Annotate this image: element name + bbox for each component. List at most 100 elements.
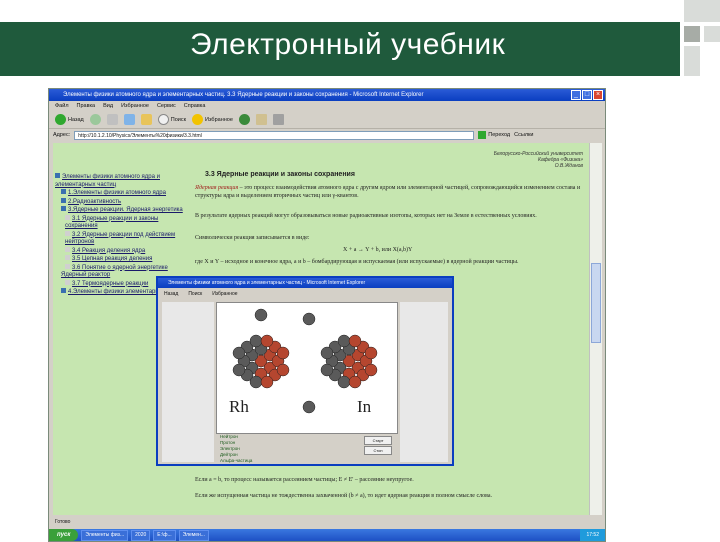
paragraph: Ядерная реакция – это процесс взаимодейс… <box>195 185 581 199</box>
address-bar: Адрес: http://10.1.2.10/Physics/Элементы… <box>49 129 605 141</box>
go-button[interactable]: Переход <box>478 131 510 139</box>
popup-side-panel <box>162 302 214 462</box>
taskbar-item[interactable]: Е:\ф... <box>153 529 176 541</box>
book-icon <box>55 173 60 178</box>
search-icon <box>157 114 169 125</box>
maximize-icon[interactable]: □ <box>582 90 592 100</box>
start-button[interactable]: пуск <box>49 529 79 541</box>
nucleus-label-right: In <box>357 397 372 416</box>
popup-toolbar: Назад Поиск Избранное <box>158 288 452 300</box>
favorites-label: Избранное <box>205 116 233 123</box>
nav-item[interactable]: 3.6 Понятие о ядерной энергетике <box>55 263 191 273</box>
proton-particle <box>348 375 362 389</box>
particle-legend: Нейтрон Протон Электрон Дейтрон Альфа-ча… <box>220 434 324 464</box>
close-icon[interactable]: × <box>593 90 603 100</box>
refresh-icon <box>123 114 135 125</box>
menu-item-edit[interactable]: Правка <box>77 101 96 111</box>
nav-item[interactable]: 3.2 Ядерные реакции под действием нейтро… <box>55 230 191 247</box>
address-input[interactable]: http://10.1.2.10/Physics/Элементы%20физи… <box>74 130 475 140</box>
window-title: Элементы физики атомного ядра и элемента… <box>63 92 424 98</box>
proton-particle <box>364 346 378 360</box>
scrollbar-thumb[interactable] <box>591 263 601 343</box>
page-icon <box>65 246 70 252</box>
nav-item[interactable]: 2.Радиоактивность <box>55 197 191 207</box>
nav-item[interactable]: 3.5 Цепная реакция деления <box>55 255 191 264</box>
neutron-particle <box>302 400 316 414</box>
neutron-particle <box>337 375 351 389</box>
book-icon <box>61 189 66 194</box>
vertical-scrollbar[interactable] <box>589 143 602 515</box>
page-title: Электронный учебник <box>190 28 506 61</box>
window-controls: _ □ × <box>571 90 603 100</box>
page-icon <box>65 255 70 260</box>
forward-button[interactable] <box>89 114 101 125</box>
paragraph: Если же испущенная частица не тождествен… <box>195 493 493 499</box>
neutron-particle <box>320 346 334 360</box>
print-button[interactable] <box>272 114 284 125</box>
neutron-particle <box>249 375 263 389</box>
stop-button[interactable] <box>106 114 118 125</box>
start-animation-button[interactable]: Старт <box>364 436 392 445</box>
stop-animation-button[interactable]: Стоп <box>364 446 392 455</box>
search-label: Поиск <box>170 116 187 123</box>
back-button[interactable]: Назад <box>55 114 84 125</box>
minimize-icon[interactable]: _ <box>571 90 581 100</box>
proton-particle <box>348 334 362 348</box>
history-icon <box>238 114 250 125</box>
corner-block <box>684 46 700 76</box>
nav-item[interactable]: 1.Элементы физики атомного ядра <box>55 189 191 198</box>
taskbar-item[interactable]: Элементы физ... <box>81 529 129 541</box>
home-icon <box>140 114 152 125</box>
formula: X + a → Y + b, или X(a,b)Y <box>343 247 413 253</box>
home-button[interactable] <box>140 114 152 125</box>
refresh-button[interactable] <box>123 114 135 125</box>
nuclear-reaction-animation: Rh In <box>216 302 398 434</box>
taskbar-item[interactable]: Элемен... <box>178 529 209 541</box>
go-label: Переход <box>488 132 511 138</box>
legend-item[interactable]: Альфа-частица <box>220 458 324 464</box>
browser-title-bar: Элементы физики атомного ядра и элемента… <box>49 89 605 101</box>
page-icon <box>65 279 70 285</box>
history-button[interactable] <box>238 114 250 125</box>
links-label[interactable]: Ссылки <box>514 132 533 138</box>
print-icon <box>272 114 284 125</box>
favorites-button[interactable]: Избранное <box>192 114 233 125</box>
taskbar-item[interactable]: 2020 <box>131 529 151 541</box>
term-highlight: Ядерная реакция <box>195 185 239 191</box>
slide-header: Электронный учебник <box>0 0 720 78</box>
university-header: Белорусско-Российский университет Кафедр… <box>494 151 583 169</box>
neutron-particle <box>302 312 316 326</box>
mail-icon <box>255 114 267 125</box>
proton-particle <box>260 375 274 389</box>
neutron-particle <box>249 334 263 348</box>
proton-particle <box>364 363 378 377</box>
section-title: 3.3 Ядерные реакции и законы сохранения <box>205 171 355 178</box>
popup-favorites-button[interactable]: Избранное <box>212 288 237 300</box>
menu-item-file[interactable]: Файл <box>55 101 69 111</box>
nav-item[interactable]: 3.Ядерные реакции. Ядерная энергетика <box>55 206 191 215</box>
book-icon <box>61 288 66 293</box>
proton-particle <box>276 346 290 360</box>
back-label: Назад <box>68 116 84 123</box>
page-icon <box>65 214 70 220</box>
search-button[interactable]: Поиск <box>157 114 187 125</box>
nav-item[interactable]: 3.1 Ядерные реакции и законы сохранения <box>55 214 191 231</box>
page-icon <box>65 263 70 269</box>
neutron-particle <box>320 363 334 377</box>
simulation-popup-window: Элементы физики атомного ядра и элемента… <box>156 276 454 466</box>
popup-search-button[interactable]: Поиск <box>188 288 202 300</box>
menu-item-help[interactable]: Справка <box>184 101 206 111</box>
menu-item-view[interactable]: Вид <box>103 101 113 111</box>
browser-toolbar: Назад Поиск Избранное <box>49 111 605 129</box>
address-label: Адрес: <box>53 132 71 138</box>
neutron-particle <box>232 346 246 360</box>
paragraph: В результате ядерных реакций могут образ… <box>195 213 537 219</box>
mail-button[interactable] <box>255 114 267 125</box>
nav-item[interactable]: Элементы физики атомного ядра и элемента… <box>55 173 191 189</box>
menu-item-tools[interactable]: Сервис <box>157 101 176 111</box>
popup-back-button[interactable]: Назад <box>164 288 178 300</box>
menu-item-favorites[interactable]: Избранное <box>121 101 149 111</box>
paragraph: где X и Y – исходное и конечное ядра, a … <box>195 259 519 265</box>
corner-block <box>704 26 720 42</box>
nav-item[interactable]: 3.4 Реакция деления ядра <box>55 246 191 256</box>
